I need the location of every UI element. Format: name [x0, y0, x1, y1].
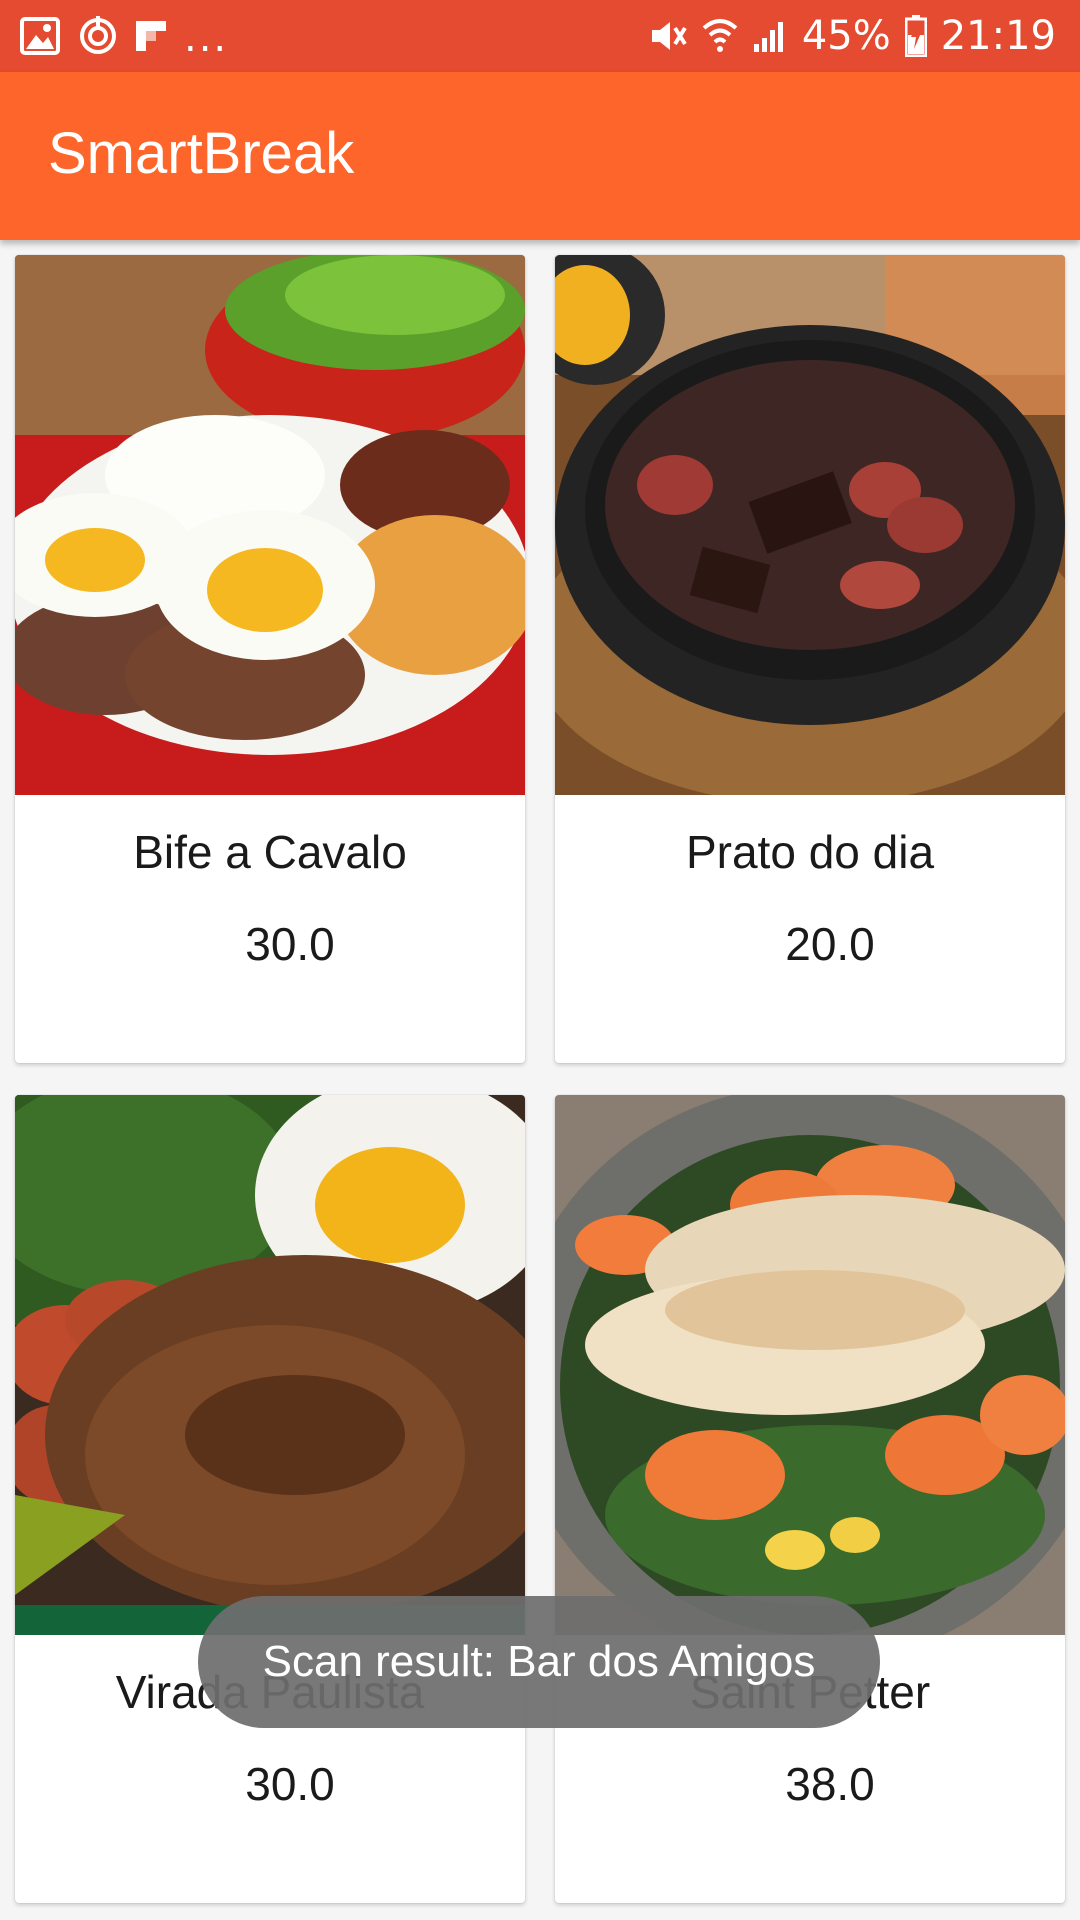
dish-name: Bife a Cavalo — [133, 826, 407, 878]
status-time: 21:19 — [940, 13, 1056, 59]
flipboard-icon — [136, 14, 166, 58]
dish-photo-bife-a-cavalo — [15, 255, 525, 795]
menu-item-card[interactable]: Bife a Cavalo 30.0 — [15, 255, 525, 1063]
toast-message: Scan result: Bar dos Amigos — [262, 1637, 816, 1686]
dish-price: 38.0 — [785, 1758, 875, 1810]
app-title: SmartBreak — [48, 121, 355, 186]
dish-price: 30.0 — [245, 1758, 335, 1810]
dish-name: Prato do dia — [685, 826, 935, 878]
status-bar: ... 45% 21:19 — [0, 0, 1080, 72]
gallery-icon — [20, 14, 60, 58]
menu-item-card[interactable]: Prato do dia 20.0 — [555, 255, 1065, 1063]
dish-price: 30.0 — [245, 918, 335, 970]
scan-result-toast: Scan result: Bar dos Amigos — [198, 1596, 880, 1728]
app-bar: SmartBreak — [0, 72, 1080, 240]
menu-item-card[interactable]: Saint Petter 38.0 — [555, 1095, 1065, 1903]
status-bar-left: ... — [20, 0, 228, 72]
battery-percent: 45% — [801, 13, 891, 59]
menu-item-card[interactable]: Virada Paulista 30.0 — [15, 1095, 525, 1903]
signal-icon — [752, 14, 788, 58]
dish-photo-saint-petter — [555, 1095, 1065, 1635]
sync-icon — [78, 14, 118, 58]
wifi-icon — [702, 14, 738, 58]
status-overflow-indicator: ... — [184, 15, 229, 61]
dish-photo-prato-do-dia — [555, 255, 1065, 795]
status-bar-right: 45% 21:19 — [648, 0, 1056, 72]
dish-photo-virada-paulista — [15, 1095, 525, 1635]
dish-price: 20.0 — [785, 918, 875, 970]
mute-icon — [648, 14, 688, 58]
battery-icon — [904, 14, 927, 58]
